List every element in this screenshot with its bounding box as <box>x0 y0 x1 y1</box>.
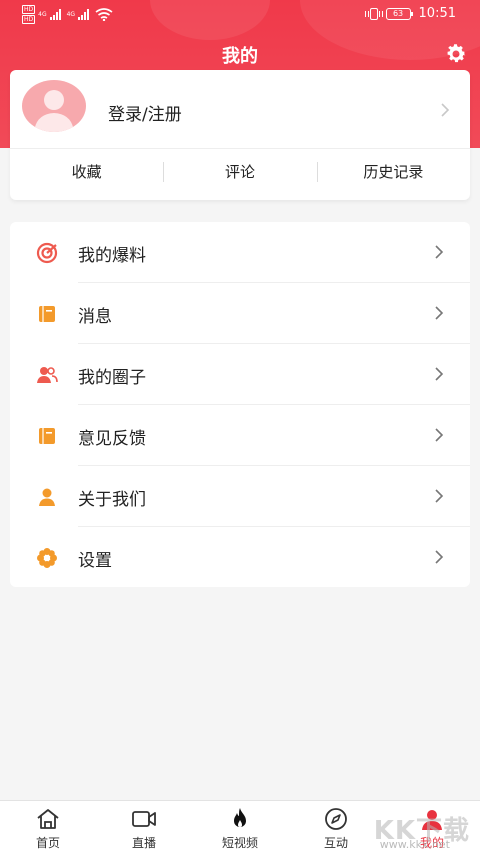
profile-divider <box>10 148 470 149</box>
flame-icon <box>234 808 246 827</box>
menu-item-feedback[interactable]: 意见反馈 <box>10 405 470 466</box>
signal-icon-2 <box>78 9 90 20</box>
wifi-icon <box>95 8 113 21</box>
status-left: HD HD 4G 4G <box>22 5 113 24</box>
book-icon <box>39 428 55 444</box>
network-type-2: 4G <box>66 11 76 18</box>
chevron-right-icon <box>435 489 444 503</box>
group-icon <box>37 367 58 383</box>
book-icon <box>39 306 55 322</box>
profile-card: 登录/注册 收藏 评论 历史记录 <box>10 70 470 200</box>
clock: 10:51 <box>418 6 456 21</box>
video-camera-icon <box>132 811 156 827</box>
sim1-badge: HD <box>22 5 36 14</box>
menu-item-my-tips[interactable]: 我的爆料 <box>10 222 470 283</box>
sim2-badge: HD <box>22 15 36 24</box>
page-title: 我的 <box>222 46 258 67</box>
menu-item-label: 我的圈子 <box>78 368 146 388</box>
nav-label: 互动 <box>323 836 348 850</box>
menu-item-label: 设置 <box>78 551 112 571</box>
status-bar: HD HD 4G 4G 63 10:51 <box>0 0 480 28</box>
menu-list: 我的爆料 消息 我的圈子 意见反馈 关于我们 设置 <box>10 222 470 587</box>
menu-item-label: 意见反馈 <box>78 429 146 449</box>
compass-icon <box>325 808 347 830</box>
target-icon <box>36 242 58 264</box>
login-register-link[interactable]: 登录/注册 <box>108 100 182 125</box>
menu-item-label: 我的爆料 <box>78 246 146 266</box>
nav-item-short-video[interactable]: 短视频 <box>192 801 288 853</box>
watermark-url: www.kkx.net <box>379 838 450 851</box>
network-type-1: 4G <box>38 11 47 18</box>
menu-item-my-circles[interactable]: 我的圈子 <box>10 344 470 405</box>
chevron-right-icon <box>435 306 444 320</box>
menu-item-about-us[interactable]: 关于我们 <box>10 466 470 527</box>
tab-comments[interactable]: 评论 <box>163 162 316 190</box>
chevron-right-icon <box>435 550 444 564</box>
menu-item-label: 消息 <box>78 307 112 327</box>
nav-item-interact[interactable]: 互动 <box>288 801 384 853</box>
signal-icon <box>49 9 61 20</box>
nav-item-home[interactable]: 首页 <box>0 801 96 853</box>
chevron-right-icon <box>441 103 450 117</box>
nav-label: 首页 <box>35 836 60 850</box>
chevron-right-icon <box>435 428 444 442</box>
person-icon <box>39 488 55 506</box>
flower-gear-icon <box>37 548 57 568</box>
tab-favorites[interactable]: 收藏 <box>10 162 163 190</box>
user-avatar-icon[interactable] <box>22 80 86 132</box>
menu-item-settings[interactable]: 设置 <box>10 527 470 588</box>
menu-item-label: 关于我们 <box>78 490 146 510</box>
nav-label: 直播 <box>131 836 156 850</box>
vibrate-icon <box>364 7 383 20</box>
status-right: 63 10:51 <box>364 6 456 21</box>
nav-label: 短视频 <box>221 836 258 850</box>
home-icon <box>37 809 59 829</box>
gear-icon[interactable] <box>444 42 468 66</box>
chevron-right-icon <box>435 367 444 381</box>
tab-history[interactable]: 历史记录 <box>316 162 470 190</box>
battery-icon: 63 <box>385 7 413 20</box>
nav-item-live[interactable]: 直播 <box>96 801 192 853</box>
menu-item-messages[interactable]: 消息 <box>10 283 470 344</box>
chevron-right-icon <box>435 245 444 259</box>
profile-tabs: 收藏 评论 历史记录 <box>10 162 470 190</box>
